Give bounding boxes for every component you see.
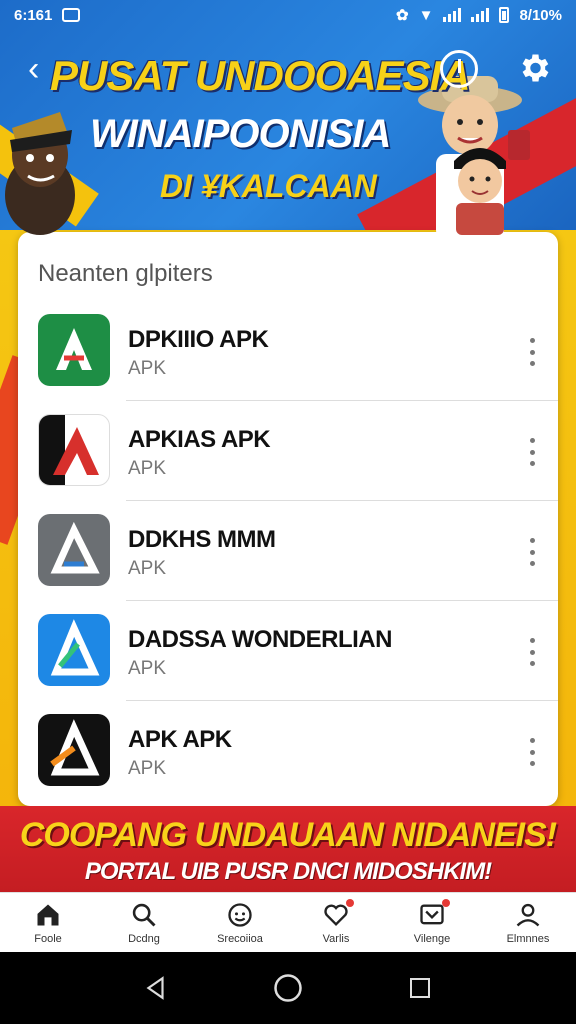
gear-icon[interactable] — [516, 50, 552, 86]
app-list-card: Neanten glpiters DPKIIIO APK APK APKIAS … — [18, 232, 558, 806]
nav-label: Varlis — [322, 933, 350, 945]
app-type: APK — [128, 358, 167, 379]
app-type: APK — [128, 458, 167, 479]
list-item[interactable]: DADSSA WONDERLIAN APK — [18, 602, 558, 701]
nav-item-inbox[interactable]: Vilenge — [384, 893, 480, 952]
search-icon — [132, 903, 156, 927]
app-name: APK APK — [128, 726, 232, 753]
wifi-icon: ▼ — [418, 6, 434, 24]
recents-button[interactable] — [405, 973, 435, 1003]
profile-icon — [516, 903, 540, 927]
character-illustration — [5, 112, 75, 235]
bottom-navigation: Foole Dcdng Srecoiioa Varlis Vilenge Elm… — [0, 892, 576, 952]
list-item[interactable]: APK APK APK — [18, 702, 558, 801]
nav-label: Srecoiioa — [217, 933, 263, 945]
banner-title: PUSAT UNDOOAESIA — [50, 52, 471, 99]
app-icon — [38, 314, 110, 386]
divider — [126, 500, 558, 501]
more-options-icon[interactable] — [526, 738, 538, 766]
list-item[interactable]: DDKHS MMM APK — [18, 502, 558, 601]
timer-icon[interactable] — [440, 50, 478, 88]
status-bar: 6:161 ✿ ▼ 8/10% — [0, 0, 576, 30]
nav-label: Elmnnes — [506, 933, 550, 945]
nav-item-home[interactable]: Foole — [0, 893, 96, 952]
app-type: APK — [128, 758, 167, 779]
battery-icon — [499, 7, 510, 23]
nav-item-favorites[interactable]: Varlis — [288, 893, 384, 952]
app-name: DDKHS MMM — [128, 526, 276, 553]
app-icon — [38, 414, 110, 486]
header-banner: ‹ PUSAT UNDOOAESIA WINAIPOONISIA DI ¥KAL… — [0, 0, 576, 240]
more-options-icon[interactable] — [526, 538, 538, 566]
divider — [126, 600, 558, 601]
list-item[interactable]: DPKIIIO APK APK — [18, 302, 558, 401]
character-illustration — [454, 148, 506, 235]
back-triangle-icon — [146, 976, 164, 1000]
nav-item-explore[interactable]: Srecoiioa — [192, 893, 288, 952]
nav-item-profile[interactable]: Elmnnes — [480, 893, 576, 952]
app-icon — [38, 714, 110, 786]
nav-label: Dcdng — [128, 933, 160, 945]
list-item[interactable]: APKIAS APK APK — [18, 402, 558, 501]
signal-icon — [471, 8, 490, 22]
banner-subtitle-2: DI ¥KALCAAN — [160, 168, 377, 204]
system-navigation-bar — [0, 952, 576, 1024]
app-name: APKIAS APK — [128, 426, 271, 453]
app-name: DADSSA WONDERLIAN — [128, 626, 392, 653]
home-circle-icon — [274, 974, 302, 1002]
signal-icon — [443, 8, 462, 22]
app-type: APK — [128, 658, 167, 679]
status-time: 6:161 — [14, 6, 53, 24]
nav-item-search[interactable]: Dcdng — [96, 893, 192, 952]
battery-level: 8/10% — [519, 6, 562, 24]
home-icon — [37, 904, 59, 926]
nav-label: Foole — [34, 933, 62, 945]
banner-subtitle: WINAIPOONISIA — [90, 112, 391, 156]
back-button[interactable] — [141, 973, 171, 1003]
back-chevron-icon[interactable]: ‹ — [28, 52, 54, 86]
home-button[interactable] — [273, 973, 303, 1003]
nav-label: Vilenge — [413, 933, 451, 945]
more-options-icon[interactable] — [526, 638, 538, 666]
promo-subtitle: PORTAL UIB PUSR DNCI MIDOSHKIM! — [84, 858, 492, 885]
divider — [126, 400, 558, 401]
divider — [126, 700, 558, 701]
app-icon — [38, 614, 110, 686]
notification-badge — [442, 899, 450, 907]
more-options-icon[interactable] — [526, 338, 538, 366]
app-type: APK — [128, 558, 167, 579]
app-icon — [38, 514, 110, 586]
promo-banner[interactable]: COOPANG UNDAUAAN NIDANEIS! PORTAL UIB PU… — [0, 806, 576, 892]
notification-badge — [346, 899, 354, 907]
notification-icon — [62, 8, 81, 22]
recents-square-icon — [410, 978, 430, 998]
promo-title: COOPANG UNDAUAAN NIDANEIS! — [19, 816, 557, 854]
compass-icon — [228, 903, 252, 927]
alarm-icon: ✿ — [396, 7, 409, 24]
card-header: Neanten glpiters — [38, 260, 213, 287]
more-options-icon[interactable] — [526, 438, 538, 466]
app-name: DPKIIIO APK — [128, 326, 269, 353]
